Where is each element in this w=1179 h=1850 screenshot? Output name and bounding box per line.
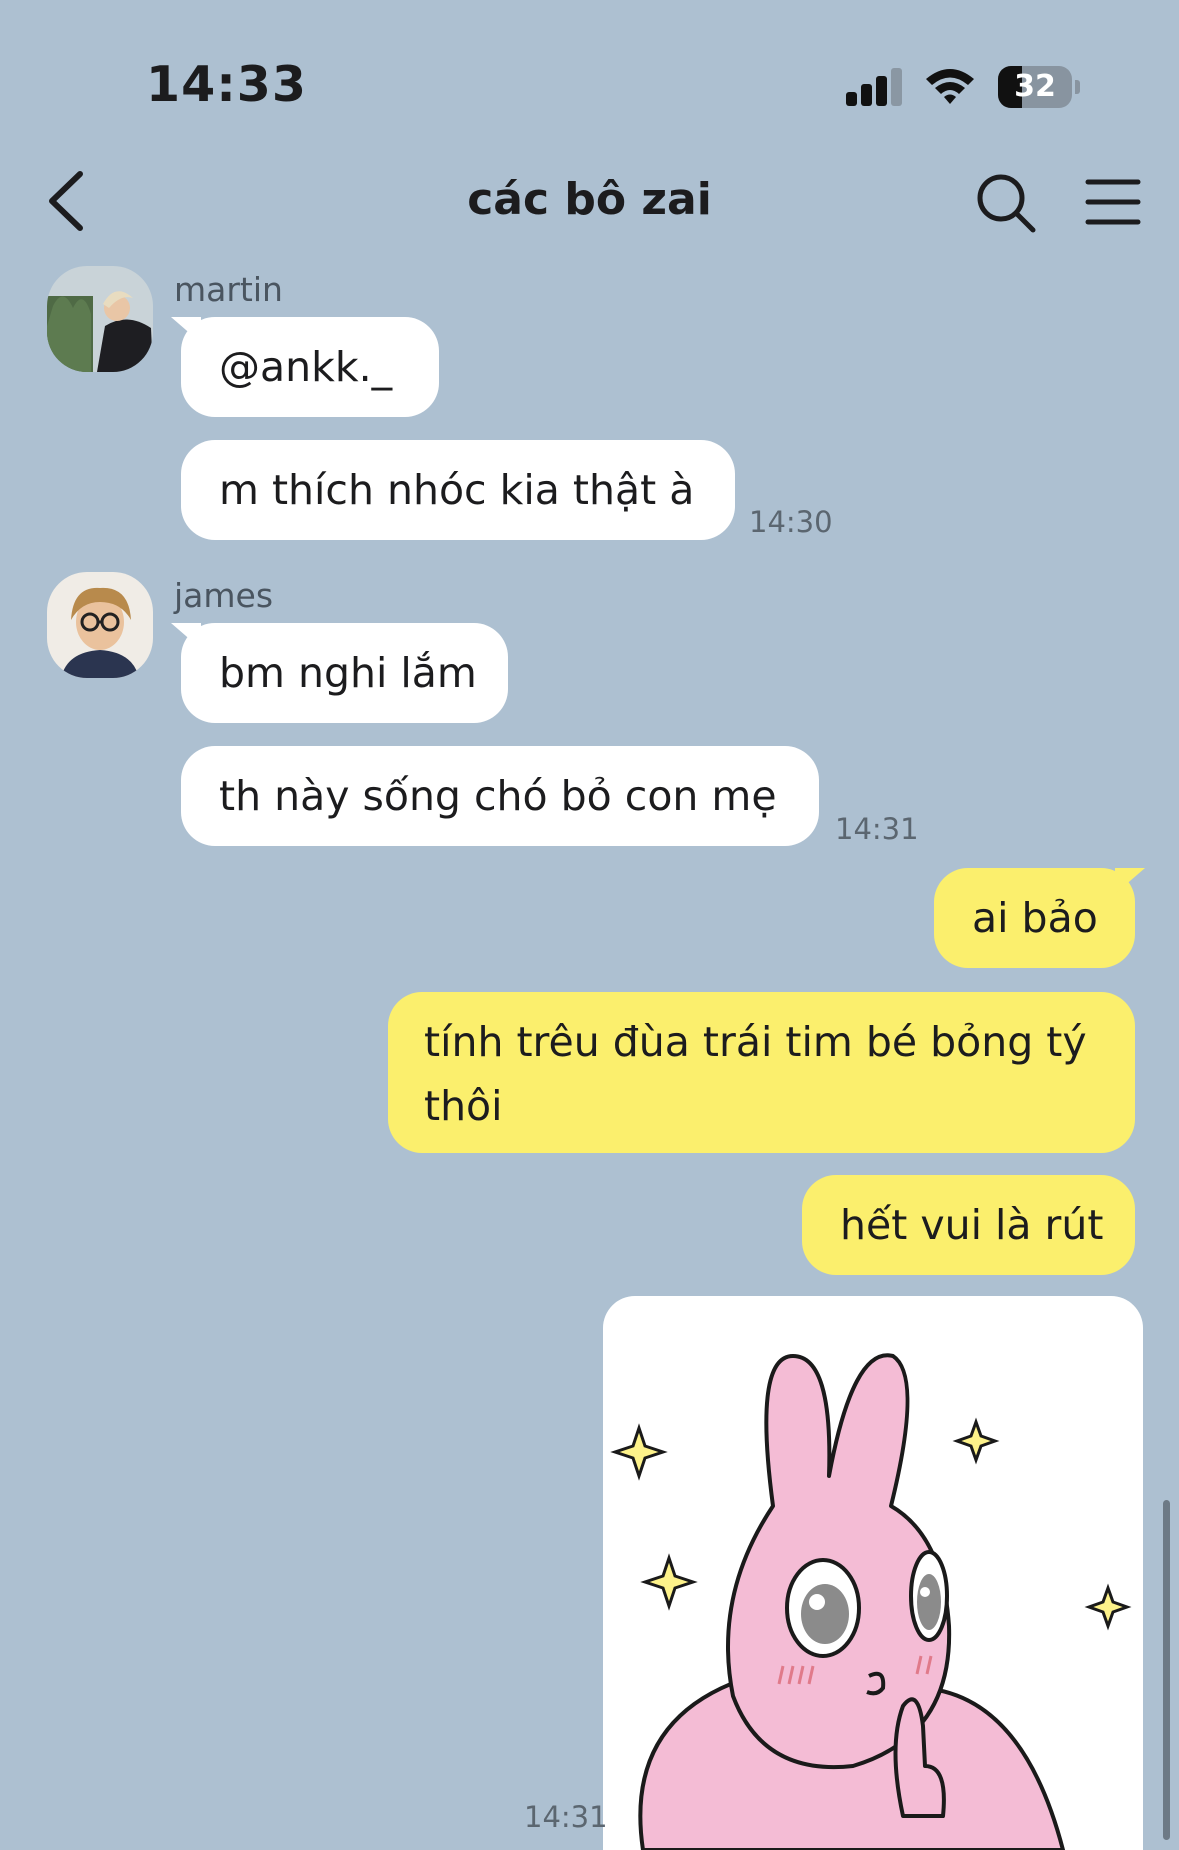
message-bubble[interactable]: @ankk._	[181, 317, 439, 417]
avatar-james[interactable]	[47, 572, 153, 678]
message-bubble[interactable]: bm nghi lắm	[181, 623, 508, 723]
status-time: 14:33	[146, 56, 307, 113]
chat-header: các bô zai	[0, 150, 1179, 260]
sender-name-martin: martin	[174, 270, 283, 309]
message-bubble-own[interactable]: tính trêu đùa trái tim bé bỏng tý thôi	[388, 992, 1135, 1153]
pink-rabbit-sticker[interactable]	[603, 1296, 1143, 1850]
message-timestamp: 14:30	[749, 505, 833, 539]
message-timestamp: 14:31	[835, 812, 919, 846]
message-timestamp: 14:31	[524, 1800, 608, 1834]
status-bar: 14:33 32	[0, 0, 1179, 130]
avatar-martin[interactable]	[47, 266, 153, 372]
wifi-icon	[926, 69, 974, 104]
message-bubble[interactable]: th này sống chó bỏ con mẹ	[181, 746, 819, 846]
search-icon[interactable]	[975, 172, 1037, 234]
message-bubble[interactable]: m thích nhóc kia thật à	[181, 440, 735, 540]
battery-icon: 32	[998, 66, 1080, 108]
sender-name-james: james	[174, 576, 274, 615]
message-bubble-own[interactable]: ai bảo	[934, 868, 1135, 968]
scrollbar[interactable]	[1163, 1500, 1170, 1840]
message-bubble-own[interactable]: hết vui là rút	[802, 1175, 1135, 1275]
battery-level: 32	[1014, 69, 1056, 104]
cellular-signal-icon	[846, 66, 904, 106]
hamburger-menu-icon[interactable]	[1085, 176, 1141, 228]
